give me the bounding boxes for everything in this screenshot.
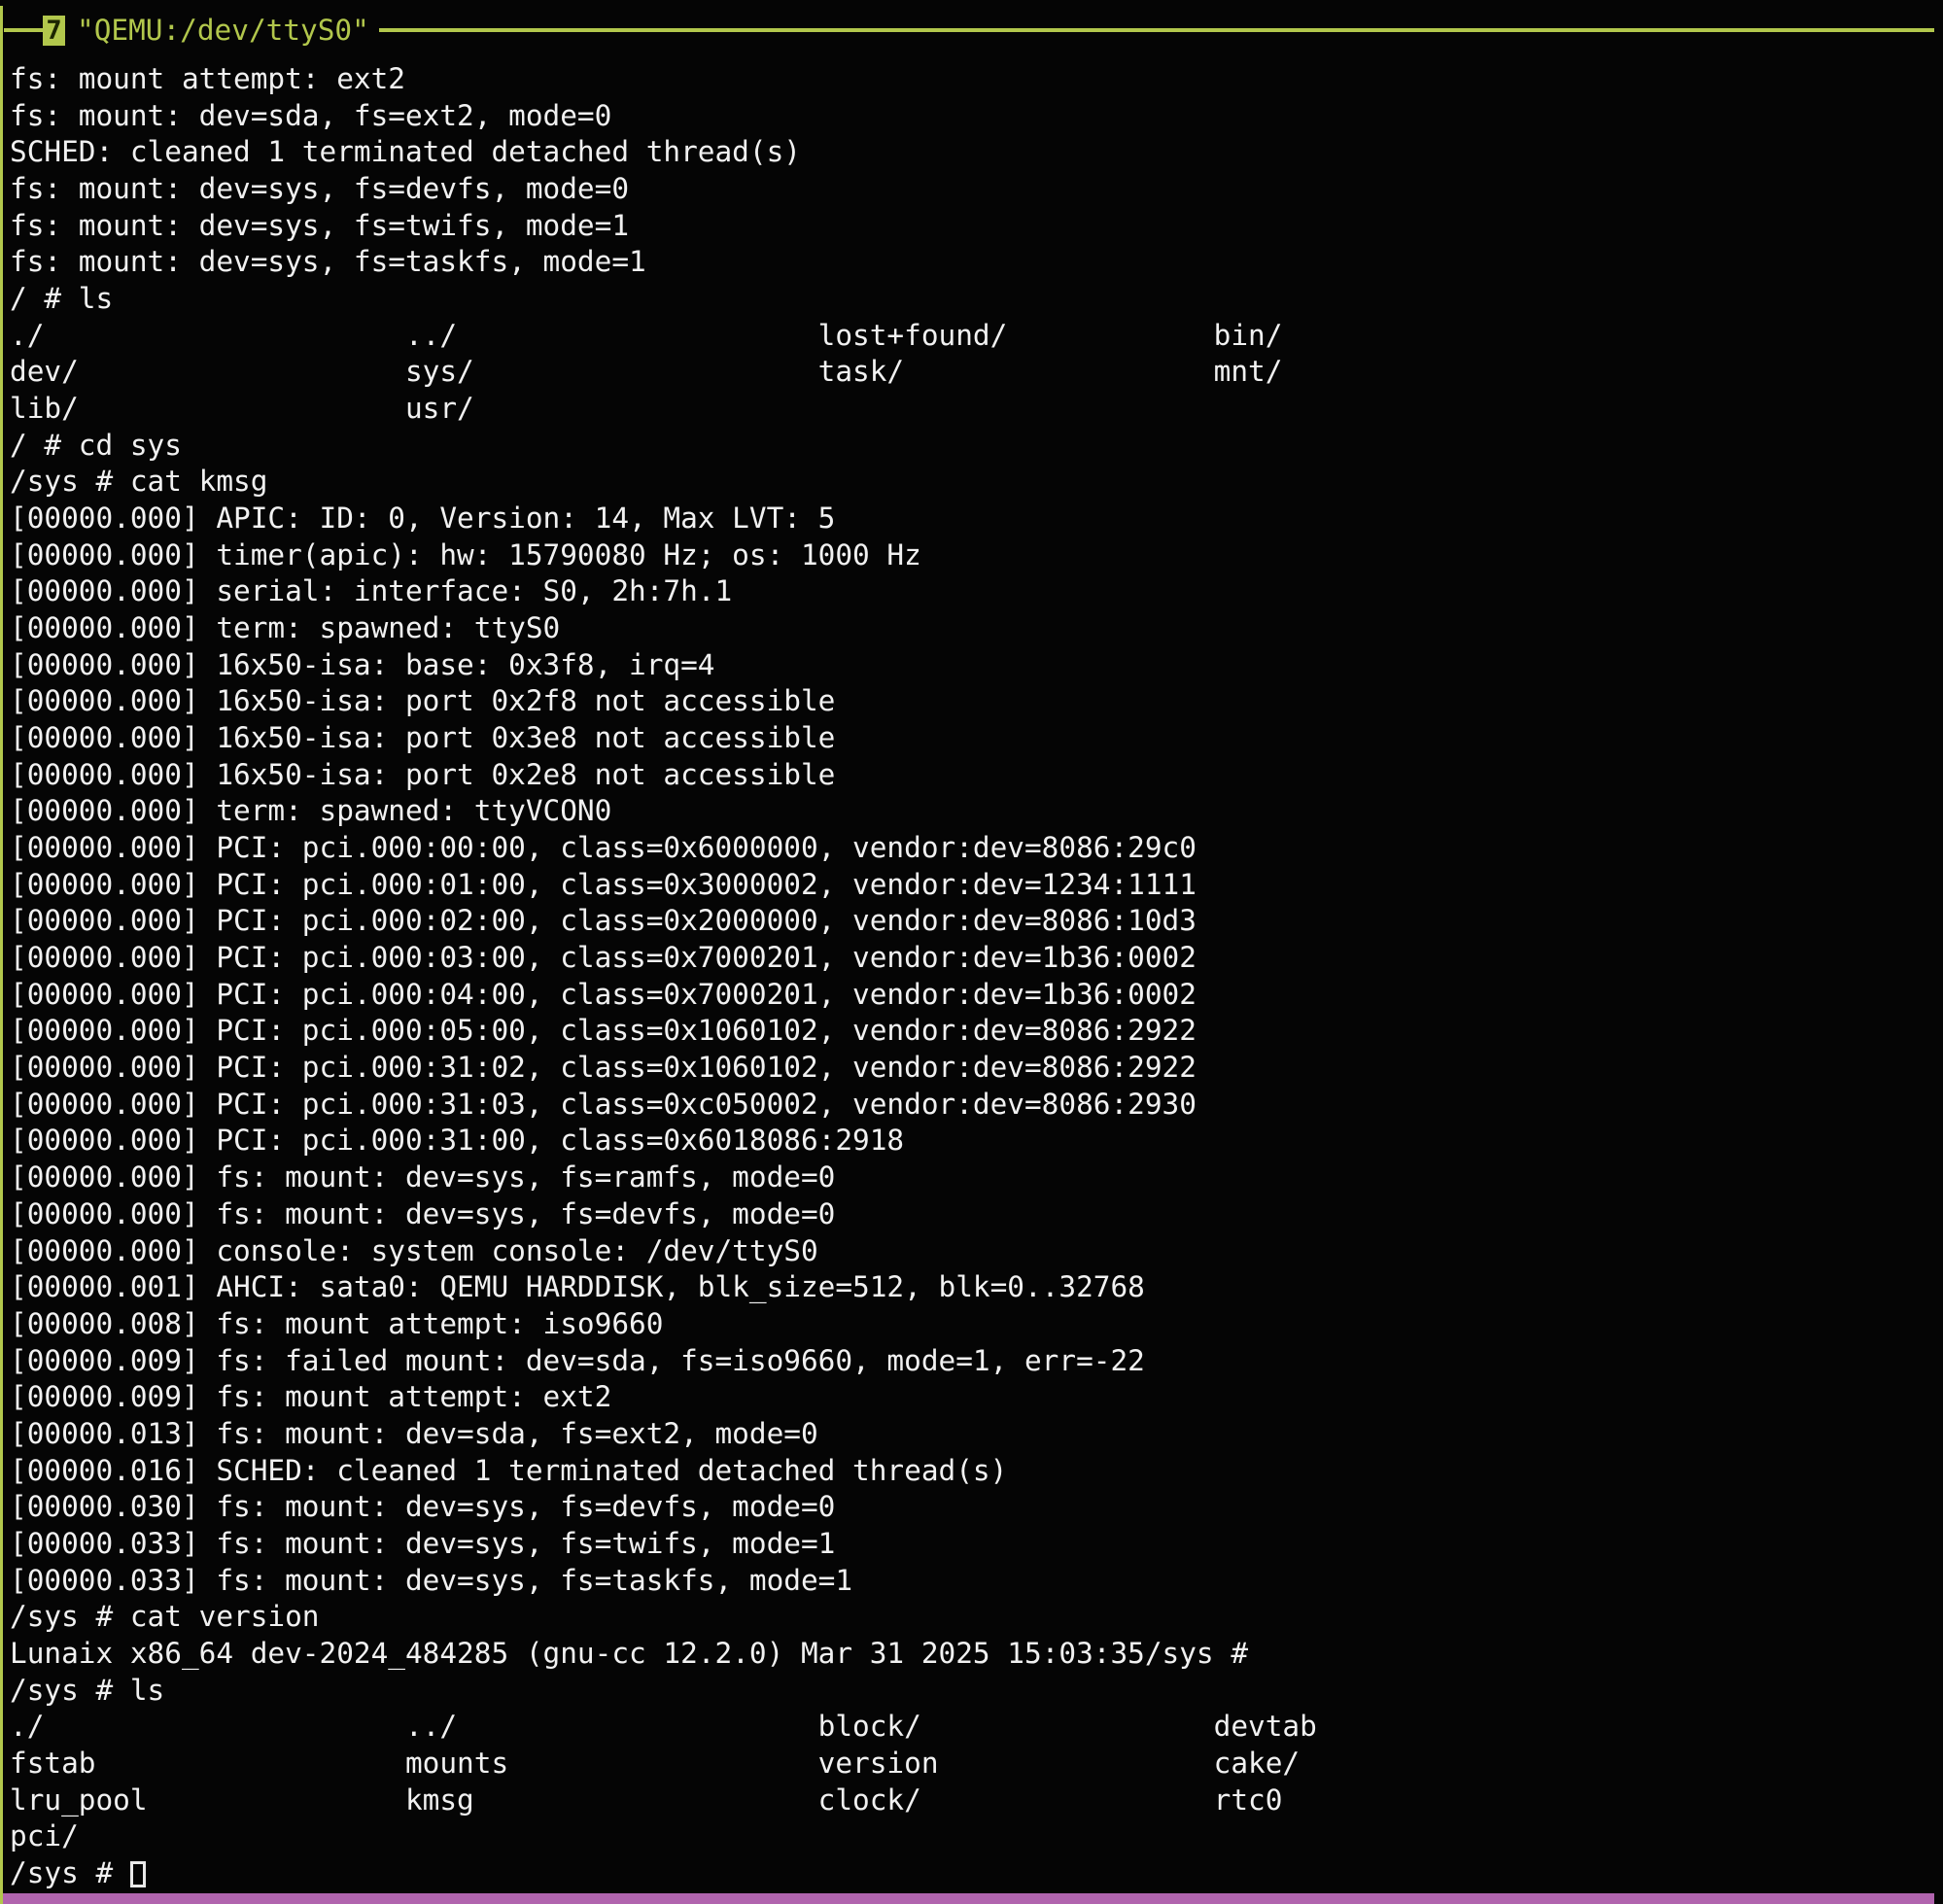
terminal-line: [00000.000] 16x50-isa: base: 0x3f8, irq=…: [10, 647, 1943, 684]
terminal-line: [00000.009] fs: failed mount: dev=sda, f…: [10, 1343, 1943, 1380]
terminal-line: [00000.000] PCI: pci.000:03:00, class=0x…: [10, 940, 1943, 977]
terminal-line: [00000.000] PCI: pci.000:05:00, class=0x…: [10, 1013, 1943, 1050]
pane-titlebar: 7 "QEMU:/dev/ttyS0": [4, 14, 1934, 47]
terminal-line: lib/ usr/: [10, 391, 1943, 428]
titlebar-rule-right: [379, 28, 1934, 32]
terminal-line: [00000.000] PCI: pci.000:31:00, class=0x…: [10, 1123, 1943, 1160]
terminal-line: / # ls: [10, 281, 1943, 318]
terminal-line: fs: mount: dev=sys, fs=twifs, mode=1: [10, 208, 1943, 245]
terminal-line: /sys # cat kmsg: [10, 464, 1943, 501]
terminal-line: [00000.033] fs: mount: dev=sys, fs=taskf…: [10, 1563, 1943, 1600]
terminal-line: [00000.000] term: spawned: ttyS0: [10, 610, 1943, 647]
terminal-line: fs: mount: dev=sda, fs=ext2, mode=0: [10, 98, 1943, 135]
terminal-line: / # cd sys: [10, 428, 1943, 465]
terminal-window: { "window": { "badge": "7", "title": "\"…: [0, 0, 1943, 1904]
terminal-line: [00000.033] fs: mount: dev=sys, fs=twifs…: [10, 1526, 1943, 1563]
terminal-line: [00000.000] PCI: pci.000:01:00, class=0x…: [10, 867, 1943, 904]
terminal-line: [00000.000] serial: interface: S0, 2h:7h…: [10, 573, 1943, 610]
terminal-line: [00000.000] PCI: pci.000:31:02, class=0x…: [10, 1050, 1943, 1087]
terminal-output: fs: mount attempt: ext2fs: mount: dev=sd…: [10, 61, 1943, 1855]
terminal-line: [00000.000] timer(apic): hw: 15790080 Hz…: [10, 537, 1943, 574]
terminal-line: [00000.000] PCI: pci.000:31:03, class=0x…: [10, 1087, 1943, 1124]
terminal-line: Lunaix x86_64 dev-2024_484285 (gnu-cc 12…: [10, 1636, 1943, 1673]
terminal-line: [00000.000] 16x50-isa: port 0x2f8 not ac…: [10, 683, 1943, 720]
terminal-line: dev/ sys/ task/ mnt/: [10, 354, 1943, 391]
prompt-line: /sys #: [10, 1855, 1943, 1892]
terminal-line: ./ ../ block/ devtab: [10, 1709, 1943, 1746]
terminal-line: [00000.000] console: system console: /de…: [10, 1233, 1943, 1270]
terminal-line: [00000.030] fs: mount: dev=sys, fs=devfs…: [10, 1489, 1943, 1526]
terminal-line: lru_pool kmsg clock/ rtc0: [10, 1783, 1943, 1819]
terminal-line: [00000.009] fs: mount attempt: ext2: [10, 1379, 1943, 1416]
terminal-line: ./ ../ lost+found/ bin/: [10, 318, 1943, 355]
terminal-line: fs: mount: dev=sys, fs=devfs, mode=0: [10, 171, 1943, 208]
terminal-line: /sys # ls: [10, 1673, 1943, 1710]
terminal-line: [00000.000] 16x50-isa: port 0x2e8 not ac…: [10, 757, 1943, 794]
terminal-line: [00000.016] SCHED: cleaned 1 terminated …: [10, 1453, 1943, 1490]
terminal-line: fstab mounts version cake/: [10, 1746, 1943, 1783]
terminal-line: SCHED: cleaned 1 terminated detached thr…: [10, 134, 1943, 171]
terminal-line: fs: mount: dev=sys, fs=taskfs, mode=1: [10, 244, 1943, 281]
terminal-line: [00000.013] fs: mount: dev=sda, fs=ext2,…: [10, 1416, 1943, 1453]
terminal-line: [00000.000] PCI: pci.000:02:00, class=0x…: [10, 903, 1943, 940]
status-bar: [3, 1893, 1934, 1904]
terminal-screen[interactable]: fs: mount attempt: ext2fs: mount: dev=sd…: [0, 61, 1943, 1893]
titlebar-rule-left: [4, 28, 43, 32]
terminal-line: [00000.000] fs: mount: dev=sys, fs=devfs…: [10, 1196, 1943, 1233]
terminal-line: [00000.000] PCI: pci.000:04:00, class=0x…: [10, 977, 1943, 1014]
terminal-line: [00000.000] PCI: pci.000:00:00, class=0x…: [10, 830, 1943, 867]
terminal-line: [00000.000] 16x50-isa: port 0x3e8 not ac…: [10, 720, 1943, 757]
terminal-line: [00000.008] fs: mount attempt: iso9660: [10, 1306, 1943, 1343]
terminal-line: [00000.001] AHCI: sata0: QEMU HARDDISK, …: [10, 1269, 1943, 1306]
pane-title: "QEMU:/dev/ttyS0": [77, 14, 369, 47]
terminal-line: [00000.000] APIC: ID: 0, Version: 14, Ma…: [10, 501, 1943, 537]
terminal-line: [00000.000] fs: mount: dev=sys, fs=ramfs…: [10, 1160, 1943, 1196]
terminal-line: fs: mount attempt: ext2: [10, 61, 1943, 98]
terminal-line: [00000.000] term: spawned: ttyVCON0: [10, 793, 1943, 830]
shell-prompt: /sys #: [10, 1855, 130, 1892]
terminal-line: pci/: [10, 1818, 1943, 1855]
terminal-line: /sys # cat version: [10, 1599, 1943, 1636]
terminal-cursor: [130, 1861, 146, 1887]
window-number-badge[interactable]: 7: [43, 16, 65, 46]
